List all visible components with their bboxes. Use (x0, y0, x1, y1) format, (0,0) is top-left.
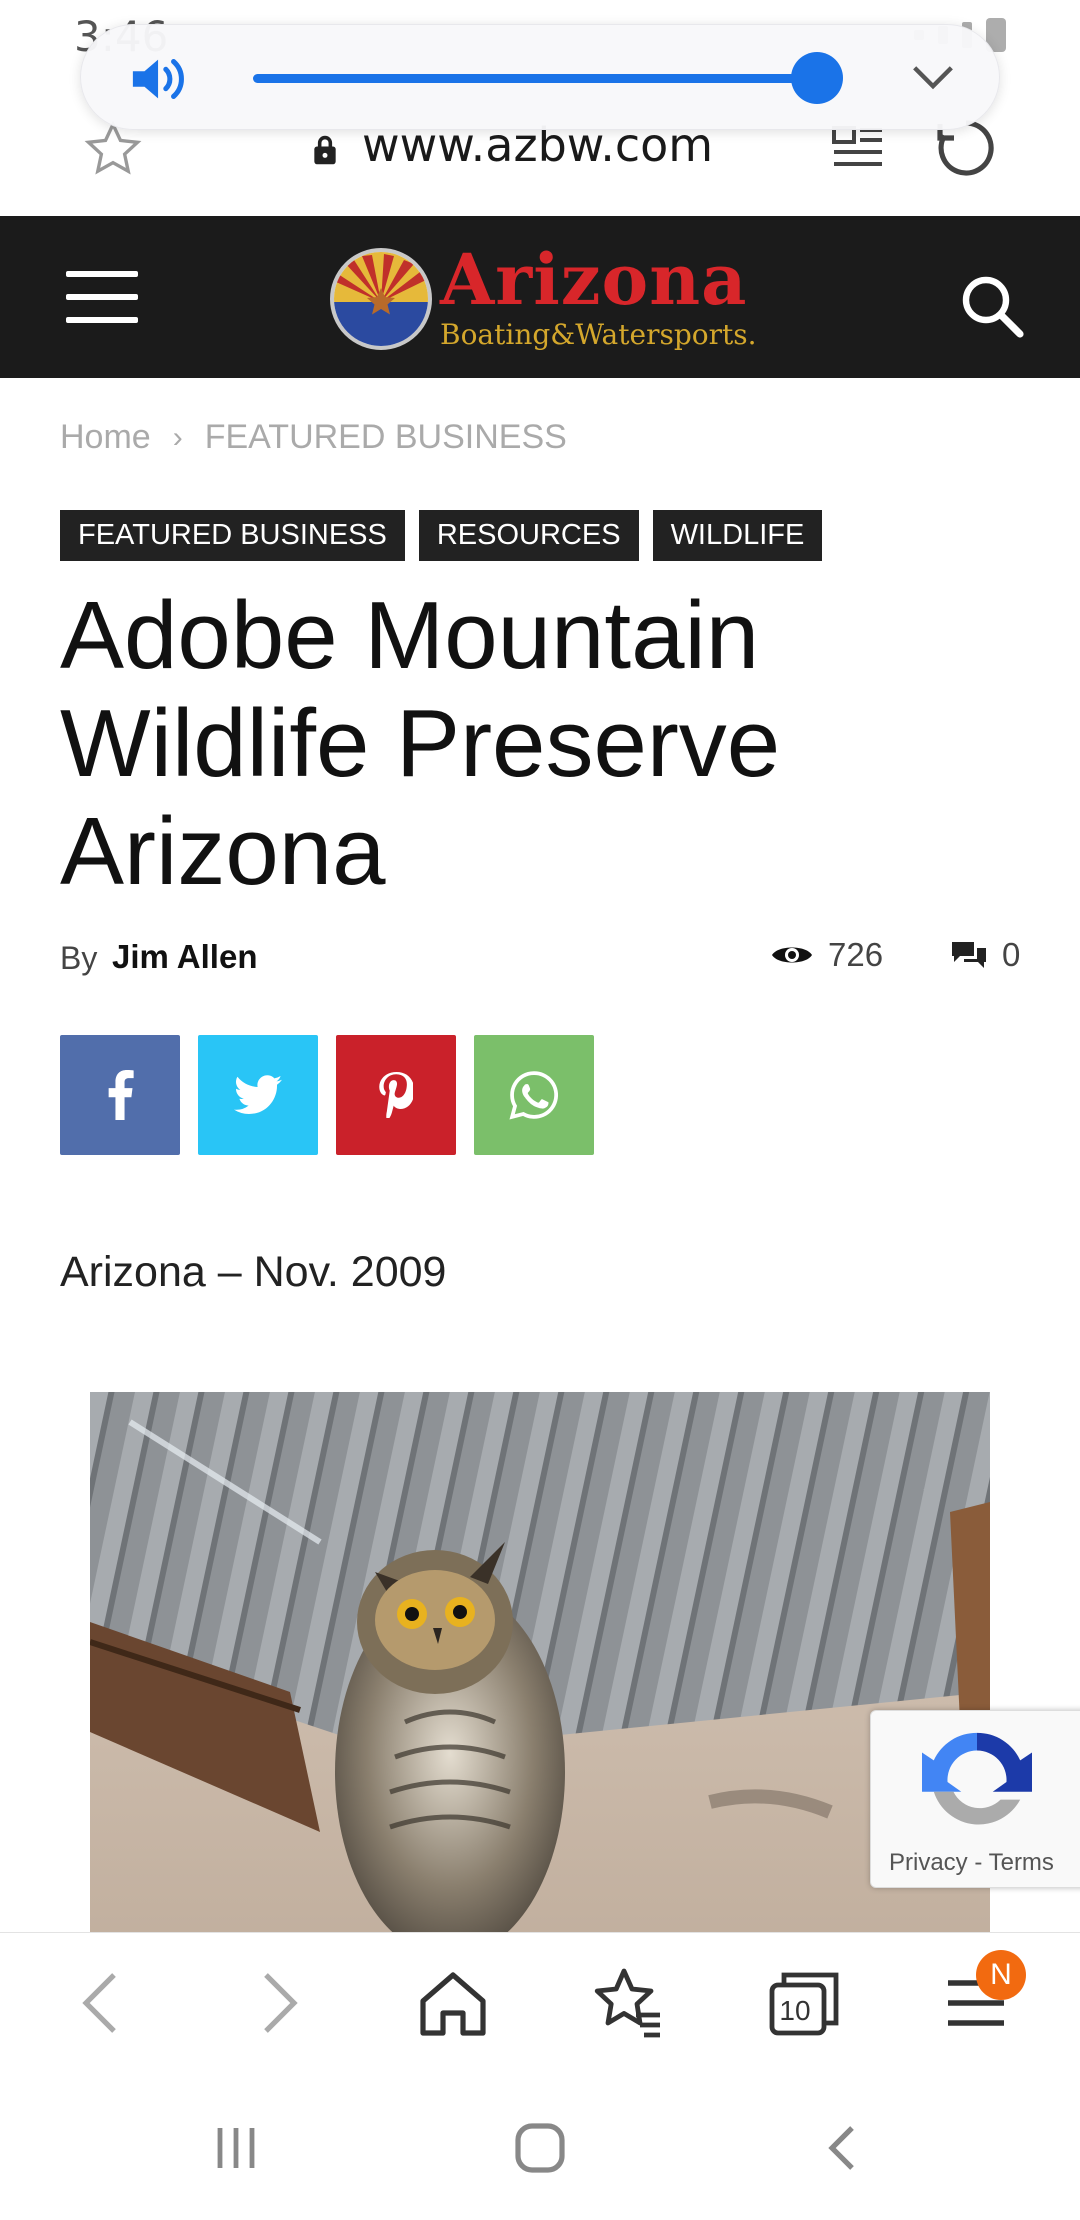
breadcrumb-separator: › (172, 420, 183, 454)
lock-icon (314, 135, 336, 165)
site-logo[interactable]: Arizona Boating&Watersports. (328, 238, 757, 354)
tag-featured-business[interactable]: FEATURED BUSINESS (60, 510, 405, 561)
twitter-share-button[interactable] (198, 1035, 318, 1155)
view-count: 726 (770, 936, 883, 974)
article-title-line: Arizona (60, 798, 386, 905)
view-count-value: 726 (828, 936, 884, 973)
notification-badge: N (976, 1950, 1026, 2000)
volume-icon[interactable] (129, 55, 191, 103)
arizona-flag-seal-icon (330, 248, 432, 350)
logo-wordmark: Arizona (440, 238, 748, 321)
article-meta: By Jim Allen 726 0 (60, 934, 1020, 984)
article-title-line: Adobe Mountain (60, 582, 760, 689)
system-nav-bar (0, 2082, 1080, 2220)
article-title: Adobe Mountain Wildlife Preserve Arizona (60, 582, 960, 906)
recaptcha-icon (922, 1732, 1032, 1825)
author-link[interactable]: Jim Allen (112, 938, 258, 976)
category-tags: FEATURED BUSINESS RESOURCES WILDLIFE (60, 510, 823, 561)
by-label: By (60, 940, 98, 976)
hamburger-menu-icon[interactable] (66, 271, 138, 323)
recaptcha-separator: - (967, 1849, 989, 1876)
forward-icon[interactable] (238, 1963, 318, 2043)
comments-icon (952, 942, 986, 968)
share-buttons (60, 1035, 594, 1155)
home-button-icon[interactable] (512, 2120, 568, 2176)
search-icon[interactable] (960, 274, 1024, 338)
article-dateline: Arizona – Nov. 2009 (60, 1248, 447, 1296)
volume-panel[interactable] (80, 24, 1000, 130)
system-back-icon[interactable] (818, 2122, 870, 2174)
recaptcha-links: Privacy - Terms (889, 1849, 1054, 1877)
twitter-icon (234, 1075, 282, 1114)
breadcrumb-home[interactable]: Home (60, 418, 151, 457)
pinterest-share-button[interactable] (336, 1035, 456, 1155)
volume-slider-thumb[interactable] (791, 52, 843, 104)
article-title-line: Wildlife Preserve (60, 690, 781, 797)
whatsapp-icon (509, 1071, 559, 1120)
site-header: Arizona Boating&Watersports. (0, 216, 1080, 378)
recent-apps-icon[interactable] (210, 2122, 262, 2174)
recaptcha-terms-link[interactable]: Terms (989, 1849, 1054, 1876)
breadcrumb-current[interactable]: FEATURED BUSINESS (205, 418, 567, 457)
browser-toolbar: 10 (0, 1932, 1080, 2082)
facebook-share-button[interactable] (60, 1035, 180, 1155)
logo-subtitle: Boating&Watersports. (440, 318, 757, 351)
comment-count[interactable]: 0 (950, 936, 1020, 974)
owl-photo (90, 1392, 990, 1932)
tag-wildlife[interactable]: WILDLIFE (652, 510, 823, 561)
pinterest-icon (379, 1072, 413, 1118)
back-icon[interactable] (62, 1963, 142, 2043)
tabs-button[interactable]: 10 (764, 1963, 844, 2043)
tag-resources[interactable]: RESOURCES (418, 510, 639, 561)
chevron-down-icon[interactable] (911, 63, 955, 91)
whatsapp-share-button[interactable] (474, 1035, 594, 1155)
recaptcha-privacy-link[interactable]: Privacy (889, 1849, 968, 1876)
volume-slider-track[interactable] (253, 74, 817, 83)
facebook-icon (108, 1070, 134, 1120)
recaptcha-badge[interactable]: Privacy - Terms (870, 1710, 1080, 1888)
bookmarks-icon[interactable] (588, 1963, 668, 2043)
home-icon[interactable] (413, 1963, 493, 2043)
tab-count: 10 (779, 1995, 811, 2026)
comment-count-value: 0 (1002, 936, 1021, 973)
eye-icon (772, 947, 812, 963)
breadcrumb: Home › FEATURED BUSINESS (60, 418, 567, 457)
